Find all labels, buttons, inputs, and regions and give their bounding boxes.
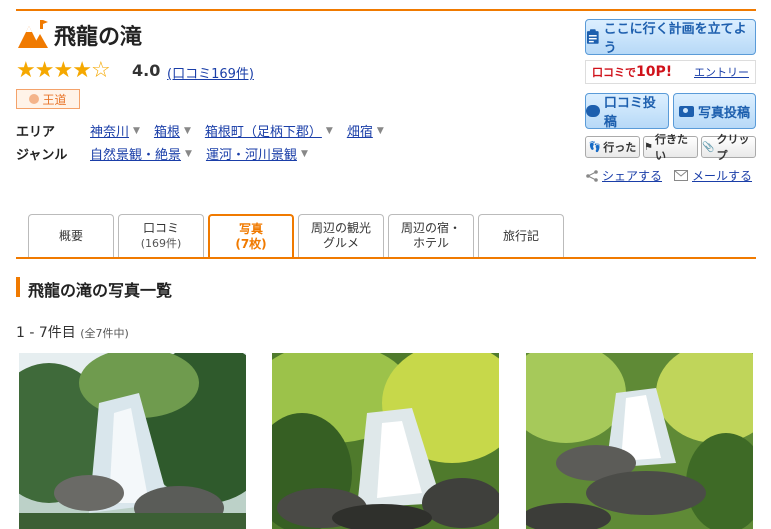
photo-thumbnail[interactable]: [526, 353, 753, 529]
went-label: 行った: [603, 141, 637, 154]
rating-stars: ★★★★☆: [16, 58, 111, 83]
area-item[interactable]: 畑宿 ▼: [347, 121, 384, 140]
clip-label: クリップ: [716, 133, 750, 162]
section-marker: [16, 277, 20, 297]
caret-down-icon[interactable]: ▼: [377, 126, 384, 136]
star-empty-icon: ☆: [90, 58, 111, 83]
want-to-go-button[interactable]: ⚑ 行きたい: [643, 133, 698, 162]
area-item[interactable]: 箱根 ▼: [154, 121, 191, 140]
tab-bar: 概要 口コミ (169件) 写真 (7枚) 周辺の観光 グルメ 周辺の宿・ ホテ…: [28, 214, 564, 258]
photo-post-button[interactable]: 写真投稿: [673, 93, 756, 129]
review-post-label: 口コミ投稿: [603, 96, 656, 130]
camera-icon: [678, 105, 694, 117]
clipboard-icon: [586, 29, 599, 44]
want-label: 行きたい: [654, 133, 688, 162]
points-text: 口コミで10P!: [592, 64, 673, 80]
share-label[interactable]: シェアする: [602, 167, 662, 184]
star-icon: ★: [53, 58, 73, 83]
caret-down-icon[interactable]: ▼: [184, 126, 191, 136]
result-total: (全7件中): [80, 327, 129, 340]
tab-travelogue[interactable]: 旅行記: [478, 214, 564, 257]
genre-link[interactable]: 自然景観・絶景: [90, 144, 181, 163]
entry-link[interactable]: エントリー: [694, 64, 749, 80]
mail-link[interactable]: メールする: [674, 167, 752, 184]
genre-item[interactable]: 運河・河川景観 ▼: [206, 144, 308, 163]
genre-row: ジャンル 自然景観・絶景 ▼ 運河・河川景観 ▼: [16, 144, 322, 163]
plan-trip-label: ここに行く計画を立てよう: [603, 22, 747, 56]
review-count-link[interactable]: (口コミ169件): [167, 63, 254, 82]
caret-down-icon[interactable]: ▼: [185, 149, 192, 159]
tab-reviews[interactable]: 口コミ (169件): [118, 214, 204, 257]
header-rule: [16, 9, 756, 11]
clip-button[interactable]: 📎 クリップ: [701, 133, 756, 162]
area-link[interactable]: 神奈川: [90, 121, 129, 140]
photo-thumbnail[interactable]: [19, 353, 246, 529]
area-item[interactable]: 神奈川 ▼: [90, 121, 140, 140]
plan-trip-button[interactable]: ここに行く計画を立てよう: [585, 19, 756, 56]
share-icon: [586, 169, 598, 182]
medal-icon: [29, 94, 40, 104]
caret-down-icon[interactable]: ▼: [301, 149, 308, 159]
tab-photos[interactable]: 写真 (7枚): [208, 214, 294, 258]
star-icon: ★: [72, 58, 92, 83]
photo-post-label: 写真投稿: [697, 105, 750, 121]
caret-down-icon[interactable]: ▼: [326, 126, 333, 136]
tab-nearby-hotels[interactable]: 周辺の宿・ ホテル: [388, 214, 474, 257]
genre-item[interactable]: 自然景観・絶景 ▼: [90, 144, 192, 163]
section-title: 飛龍の滝の写真一覧: [28, 281, 173, 300]
rating-value: 4.0: [132, 61, 161, 80]
star-icon: ★: [34, 58, 55, 83]
footprint-icon: 👣: [588, 141, 602, 153]
paperclip-icon: 📎: [702, 141, 715, 153]
went-button[interactable]: 👣 行った: [585, 136, 640, 158]
mountain-logo-icon: [18, 20, 48, 48]
speech-bubble-icon: [586, 105, 600, 117]
page-title: 飛龍の滝: [54, 25, 143, 50]
photo-thumbnail[interactable]: [272, 353, 499, 529]
genre-label: ジャンル: [16, 148, 68, 163]
badge-oudou: 王道: [16, 89, 80, 109]
tab-nearby-sightseeing[interactable]: 周辺の観光 グルメ: [298, 214, 384, 257]
flag-icon: ⚑: [644, 141, 653, 153]
area-item[interactable]: 箱根町（足柄下郡） ▼: [205, 121, 333, 140]
area-link[interactable]: 箱根: [154, 121, 180, 140]
badge-label: 王道: [42, 92, 67, 107]
caret-down-icon[interactable]: ▼: [133, 126, 140, 136]
mail-label[interactable]: メールする: [692, 167, 752, 184]
area-link[interactable]: 箱根町（足柄下郡）: [205, 121, 322, 140]
points-value: 10P!: [636, 64, 673, 80]
area-link[interactable]: 畑宿: [347, 121, 373, 140]
genre-link[interactable]: 運河・河川景観: [206, 144, 297, 163]
area-row: エリア 神奈川 ▼ 箱根 ▼ 箱根町（足柄下郡） ▼ 畑宿 ▼: [16, 121, 398, 140]
star-icon: ★: [16, 58, 36, 83]
result-count: 1 - 7件目 (全7件中): [16, 325, 129, 341]
review-post-button[interactable]: 口コミ投稿: [585, 93, 669, 130]
points-entry-box: 口コミで10P! エントリー: [585, 60, 756, 84]
tab-overview[interactable]: 概要: [28, 214, 114, 257]
area-label: エリア: [16, 125, 56, 140]
mail-icon: [674, 170, 688, 181]
tab-rule: [16, 257, 756, 259]
share-link[interactable]: シェアする: [586, 167, 662, 184]
